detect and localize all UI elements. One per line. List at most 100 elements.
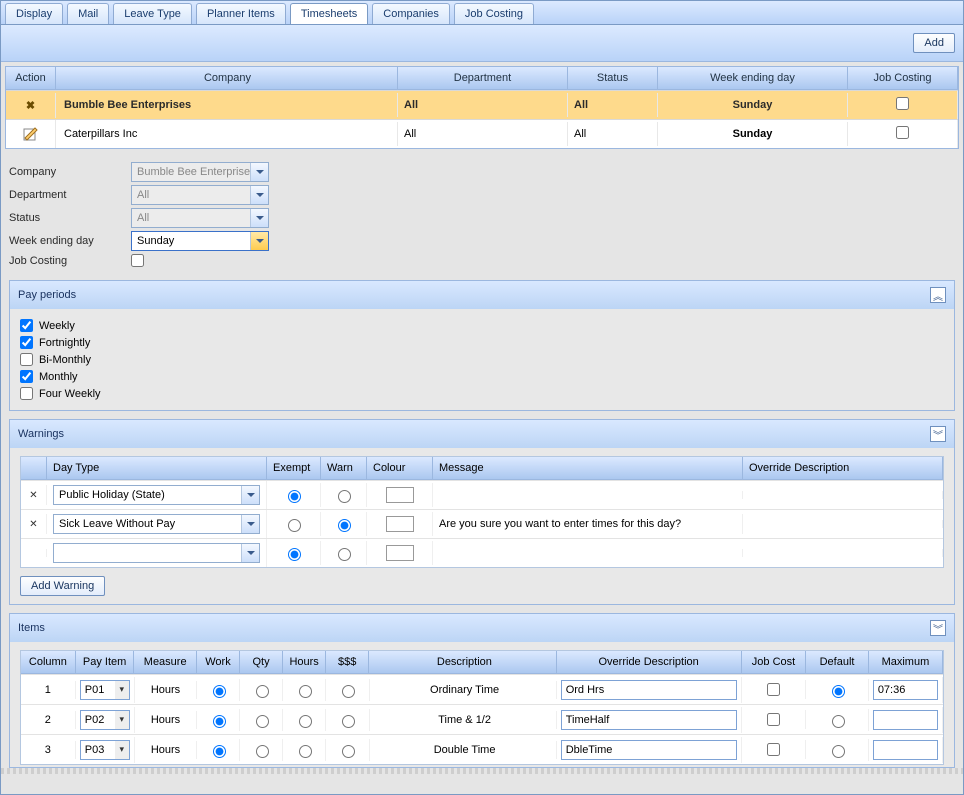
col-header-exempt: Exempt	[267, 457, 321, 480]
exempt-radio[interactable]	[288, 490, 301, 503]
company-select[interactable]: Bumble Bee Enterprises	[131, 162, 269, 182]
label-week: Week ending day	[9, 235, 131, 247]
work-radio[interactable]	[213, 745, 226, 758]
tab-timesheets[interactable]: Timesheets	[290, 3, 368, 24]
pay-period-checkbox[interactable]	[20, 353, 33, 366]
pay-periods-panel: Pay periods Weekly Fortnightly Bi-Monthl…	[9, 280, 955, 411]
pay-period-checkbox[interactable]	[20, 387, 33, 400]
col-header-qty: Qty	[240, 651, 283, 674]
jobcost-checkbox[interactable]	[767, 713, 780, 726]
maximum-input[interactable]	[873, 740, 938, 760]
colour-swatch[interactable]	[386, 545, 414, 561]
company-status: All	[568, 93, 658, 117]
daytype-select[interactable]: Public Holiday (State)	[53, 485, 260, 505]
company-jc-checkbox[interactable]	[896, 97, 909, 110]
pay-period-checkbox[interactable]	[20, 370, 33, 383]
colour-swatch[interactable]	[386, 487, 414, 503]
default-radio[interactable]	[832, 715, 845, 728]
items-header[interactable]: Items	[10, 614, 954, 642]
week-select[interactable]: Sunday	[131, 231, 269, 251]
exempt-radio[interactable]	[288, 548, 301, 561]
pay-periods-header[interactable]: Pay periods	[10, 281, 954, 309]
pay-period-checkbox[interactable]	[20, 336, 33, 349]
warn-radio[interactable]	[338, 490, 351, 503]
delete-icon[interactable]	[29, 489, 37, 501]
chevron-down-icon	[250, 186, 268, 204]
add-button[interactable]: Add	[913, 33, 955, 53]
collapse-icon[interactable]	[930, 426, 946, 442]
maximum-input[interactable]	[873, 680, 938, 700]
department-select[interactable]: All	[131, 185, 269, 205]
tab-display[interactable]: Display	[5, 3, 63, 24]
add-warning-button[interactable]: Add Warning	[20, 576, 105, 596]
default-radio[interactable]	[832, 685, 845, 698]
tab-companies[interactable]: Companies	[372, 3, 450, 24]
jobcost-checkbox[interactable]	[767, 683, 780, 696]
warnings-header[interactable]: Warnings	[10, 420, 954, 448]
payitem-select[interactable]: P02	[80, 710, 130, 730]
warn-radio[interactable]	[338, 519, 351, 532]
delete-icon[interactable]	[26, 99, 35, 112]
pay-period-label: Four Weekly	[39, 388, 101, 400]
override-input[interactable]	[561, 680, 737, 700]
col-header-action: Action	[6, 67, 56, 90]
daytype-select[interactable]	[53, 543, 260, 563]
money-radio[interactable]	[342, 745, 355, 758]
maximum-input[interactable]	[873, 710, 938, 730]
jobcost-checkbox[interactable]	[767, 743, 780, 756]
col-header-department: Department	[398, 67, 568, 90]
table-row: 1P01HoursOrdinary Time	[21, 674, 943, 704]
warn-radio[interactable]	[338, 548, 351, 561]
qty-radio[interactable]	[256, 715, 269, 728]
table-row[interactable]: Caterpillars IncAllAllSunday	[6, 119, 958, 148]
work-radio[interactable]	[213, 685, 226, 698]
companies-grid: Action Company Department Status Week en…	[5, 66, 959, 149]
department-select-value: All	[132, 189, 250, 201]
qty-radio[interactable]	[256, 685, 269, 698]
qty-radio[interactable]	[256, 745, 269, 758]
override-input[interactable]	[561, 740, 737, 760]
override-input[interactable]	[561, 710, 737, 730]
col-header-hours: Hours	[283, 651, 326, 674]
table-row[interactable]: Bumble Bee EnterprisesAllAllSunday	[6, 90, 958, 119]
warnings-table: Day Type Exempt Warn Colour Message Over…	[20, 456, 944, 568]
colour-swatch[interactable]	[386, 516, 414, 532]
delete-icon[interactable]	[29, 518, 37, 530]
company-jc-checkbox[interactable]	[896, 126, 909, 139]
col-header-money: $$$	[326, 651, 369, 674]
edit-icon[interactable]	[23, 126, 39, 142]
col-header-column: Column	[21, 651, 76, 674]
exempt-radio[interactable]	[288, 519, 301, 532]
company-dept: All	[398, 122, 568, 146]
items-table: Column Pay Item Measure Work Qty Hours $…	[20, 650, 944, 765]
tab-planner-items[interactable]: Planner Items	[196, 3, 286, 24]
pay-period-label: Monthly	[39, 371, 78, 383]
money-radio[interactable]	[342, 715, 355, 728]
job-costing-checkbox[interactable]	[131, 254, 144, 267]
daytype-select[interactable]: Sick Leave Without Pay	[53, 514, 260, 534]
chevron-down-icon	[115, 741, 129, 759]
item-column: 3	[21, 741, 76, 759]
pay-period-checkbox[interactable]	[20, 319, 33, 332]
collapse-icon[interactable]	[930, 287, 946, 303]
chevron-down-icon	[241, 544, 259, 562]
hours-radio[interactable]	[299, 685, 312, 698]
col-header-payitem: Pay Item	[76, 651, 135, 674]
warning-message: Are you sure you want to enter times for…	[433, 514, 743, 534]
items-title: Items	[18, 622, 45, 634]
status-select[interactable]: All	[131, 208, 269, 228]
payitem-select[interactable]: P03	[80, 740, 130, 760]
tab-job-costing[interactable]: Job Costing	[454, 3, 534, 24]
work-radio[interactable]	[213, 715, 226, 728]
col-header-override-desc: Override Description	[557, 651, 742, 674]
hours-radio[interactable]	[299, 715, 312, 728]
collapse-icon[interactable]	[930, 620, 946, 636]
default-radio[interactable]	[832, 745, 845, 758]
hours-radio[interactable]	[299, 745, 312, 758]
money-radio[interactable]	[342, 685, 355, 698]
company-status: All	[568, 122, 658, 146]
tab-leave-type[interactable]: Leave Type	[113, 3, 192, 24]
tab-mail[interactable]: Mail	[67, 3, 109, 24]
payitem-select[interactable]: P01	[80, 680, 130, 700]
company-select-value: Bumble Bee Enterprises	[132, 166, 250, 178]
